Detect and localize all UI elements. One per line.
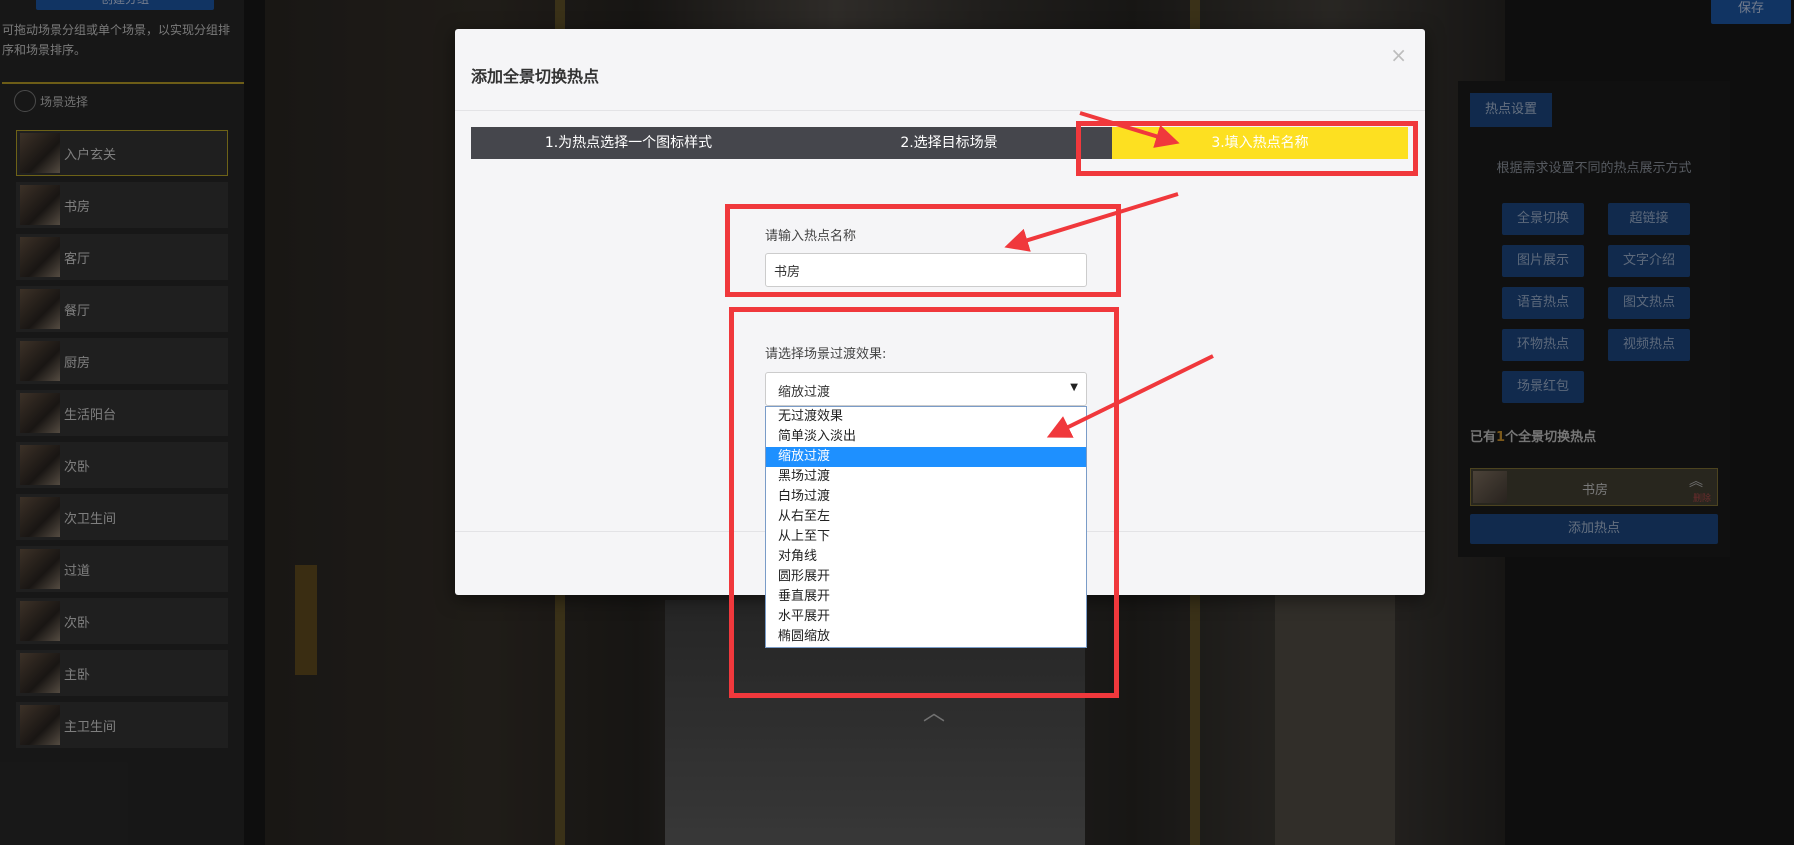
step-choose-icon[interactable]: 1.为热点选择一个图标样式 bbox=[471, 127, 786, 159]
annotation-box-transition bbox=[729, 307, 1119, 698]
step-choose-scene[interactable]: 2.选择目标场景 bbox=[786, 127, 1112, 159]
modal-header: 添加全景切换热点 × bbox=[455, 29, 1425, 111]
modal-title: 添加全景切换热点 bbox=[471, 67, 600, 86]
annotation-box-step3 bbox=[1076, 121, 1418, 176]
annotation-box-name bbox=[725, 204, 1121, 297]
close-icon[interactable]: × bbox=[1390, 43, 1407, 67]
